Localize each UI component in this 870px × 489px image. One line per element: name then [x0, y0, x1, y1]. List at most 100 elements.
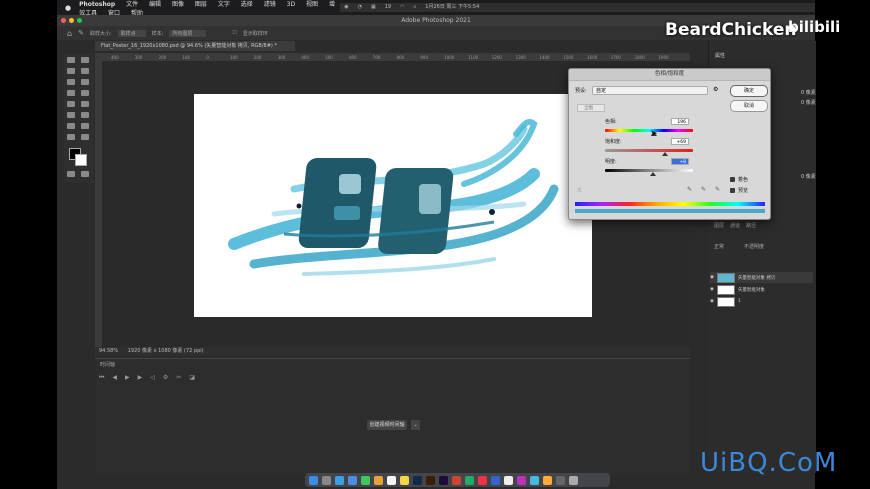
eyedropper-add-icon[interactable]: ✎ [701, 186, 706, 193]
ok-button[interactable]: 确定 [730, 85, 768, 97]
cancel-button[interactable]: 取消 [730, 100, 768, 112]
visibility-eye-icon[interactable]: ◉ [710, 275, 714, 280]
shape-tool-icon[interactable] [67, 123, 75, 129]
visibility-eye-icon[interactable]: ◉ [710, 299, 714, 304]
grid-icon[interactable]: ▦ [371, 3, 376, 12]
brush-tool-icon[interactable] [81, 90, 89, 96]
preset-options-icon[interactable]: ⚙ [713, 86, 718, 93]
zoom-level[interactable]: 94.58% [99, 348, 118, 354]
document-canvas[interactable] [194, 94, 592, 317]
tab-paths[interactable]: 路径 [746, 222, 756, 229]
hue-slider[interactable] [605, 129, 693, 132]
background-color-swatch[interactable] [75, 154, 87, 166]
menu-app[interactable]: Photoshop [79, 1, 115, 8]
eyedropper-subtract-icon[interactable]: ✎ [715, 186, 720, 193]
search-icon[interactable]: ⌕ [413, 3, 416, 12]
menu-type[interactable]: 文字 [218, 1, 230, 8]
marquee-tool-icon[interactable] [81, 57, 89, 63]
saturation-slider[interactable] [605, 149, 693, 152]
layer-row[interactable]: ◉ 矢量智能对象 [710, 284, 813, 295]
tab-layers[interactable]: 图层 [714, 222, 724, 229]
stamp-tool-icon[interactable] [67, 101, 75, 107]
record-icon[interactable]: ◉ [344, 3, 348, 12]
photoshop-icon[interactable] [413, 475, 422, 485]
hand-tool-icon[interactable] [81, 123, 89, 129]
finder-icon[interactable] [309, 475, 318, 485]
eyedropper-icon[interactable] [81, 79, 89, 85]
sample-select[interactable]: 所有图层 [169, 29, 207, 37]
hue-value[interactable]: 196 [671, 118, 689, 125]
screen-mode-icon[interactable] [81, 171, 89, 177]
channel-select[interactable]: 全图 [577, 104, 605, 112]
menu-layer[interactable]: 图层 [195, 1, 207, 8]
clock-icon[interactable]: ◔ [358, 3, 362, 12]
healing-tool-icon[interactable] [67, 90, 75, 96]
notes-icon[interactable] [400, 475, 409, 485]
hand-adjust-icon[interactable]: ☝ [577, 186, 581, 194]
app-icon[interactable] [517, 475, 526, 485]
menu-view[interactable]: 视图 [306, 1, 318, 8]
app-icon[interactable] [478, 475, 487, 485]
battery-badge[interactable]: 19 [385, 3, 391, 12]
mail-icon[interactable] [348, 475, 357, 485]
colorize-checkbox[interactable] [730, 177, 735, 182]
preview-checkbox[interactable] [730, 188, 735, 193]
more-tools-icon[interactable] [81, 134, 89, 140]
app-icon[interactable] [504, 475, 513, 485]
menu-select[interactable]: 选择 [241, 1, 253, 8]
close-window-icon[interactable] [61, 18, 66, 23]
property-field-2[interactable]: 0 像素 [801, 99, 816, 106]
next-frame-icon[interactable]: ▶ [138, 374, 143, 382]
saturation-value[interactable]: +69 [671, 138, 689, 145]
type-tool-icon[interactable] [81, 101, 89, 107]
menu-edit[interactable]: 编辑 [149, 1, 161, 8]
safari-icon[interactable] [335, 475, 344, 485]
minimize-window-icon[interactable] [69, 18, 74, 23]
create-video-timeline-button[interactable]: 创建视频时间轴 [367, 420, 407, 430]
saturation-slider-knob[interactable] [662, 152, 668, 156]
app-icon[interactable] [452, 475, 461, 485]
preset-select[interactable]: 自定 [592, 86, 708, 95]
premiere-icon[interactable] [439, 475, 448, 485]
document-tab[interactable]: Flat_Poster_16_1920x1080.psd @ 94.6% (矢量… [95, 41, 295, 51]
visibility-eye-icon[interactable]: ◉ [710, 287, 714, 292]
settings-icon[interactable]: ⚙ [163, 374, 168, 382]
properties-tab[interactable]: 属性 [715, 41, 816, 59]
tab-channels[interactable]: 通道 [730, 222, 740, 229]
sample-size-select[interactable]: 取样点 [117, 29, 146, 37]
home-icon[interactable]: ⌂ [67, 29, 72, 38]
wifi-icon[interactable]: ◠ [400, 3, 404, 12]
lightness-slider[interactable] [605, 169, 693, 172]
doc-info[interactable]: 1920 像素 x 1080 像素 (72 ppi) [128, 348, 204, 354]
menu-image[interactable]: 图像 [172, 1, 184, 8]
crop-tool-icon[interactable] [67, 79, 75, 85]
zoom-window-icon[interactable] [77, 18, 82, 23]
datetime[interactable]: 1月26日 周三 下午5:54 [425, 3, 479, 12]
eyedropper-tool-icon[interactable]: ✎ [78, 29, 84, 37]
lightness-slider-knob[interactable] [650, 172, 656, 176]
zoom-tool-icon[interactable] [67, 134, 75, 140]
property-field-3[interactable]: 0 像素 [801, 173, 816, 180]
blend-mode-select[interactable]: 正常 [714, 243, 724, 250]
illustrator-icon[interactable] [426, 475, 435, 485]
app-icon[interactable] [530, 475, 539, 485]
apple-icon[interactable]: ● [65, 4, 71, 12]
layer-row[interactable]: ◉ 1 [710, 296, 813, 307]
launchpad-icon[interactable] [322, 475, 331, 485]
move-tool-icon[interactable] [67, 57, 75, 63]
lasso-tool-icon[interactable] [67, 68, 75, 74]
lightness-value[interactable]: +8 [671, 158, 689, 165]
timeline-dropdown-icon[interactable]: ⌄ [411, 420, 420, 430]
trash-icon[interactable] [569, 475, 578, 485]
show-ring-checkbox[interactable]: ☐ [232, 30, 236, 36]
audio-icon[interactable]: ◁ [150, 374, 155, 382]
play-icon[interactable]: ▶ [125, 374, 130, 382]
calendar-icon[interactable] [387, 475, 396, 485]
pen-tool-icon[interactable] [67, 112, 75, 118]
menu-3d[interactable]: 3D [287, 1, 295, 8]
menu-file[interactable]: 文件 [126, 1, 138, 8]
split-icon[interactable]: ✂ [176, 374, 181, 382]
eyedropper-icon[interactable]: ✎ [687, 186, 692, 193]
magic-wand-tool-icon[interactable] [81, 68, 89, 74]
photos-icon[interactable] [374, 475, 383, 485]
